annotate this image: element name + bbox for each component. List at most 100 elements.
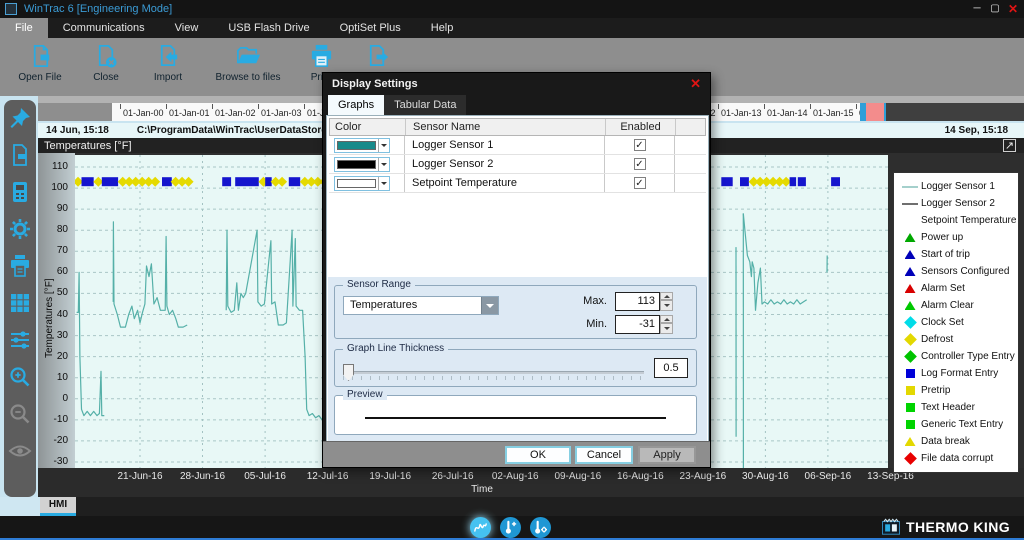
ok-button[interactable]: OK [505,446,571,464]
sensor-table: Color Sensor Name Enabled Logger Sensor … [329,118,706,193]
slider-track[interactable] [343,371,644,374]
toolbar-button-export[interactable] [355,43,399,72]
toolbar-button-import[interactable]: Import [140,43,196,83]
legend-label: Logger Sensor 1 [921,181,995,192]
x-tick-label: 26-Jul-16 [431,471,474,482]
tool-thermo-plus-button[interactable] [500,516,521,538]
event-marker-blue [721,177,733,187]
enabled-checkbox[interactable]: ✓ [633,158,646,170]
timeline-selection[interactable] [866,103,884,121]
timeline-year-label: 01-Jan-14 [767,108,808,118]
color-dropdown[interactable] [334,156,390,172]
legend-item: Generic Text Entry [894,416,1018,433]
min-value[interactable]: -31 [615,315,660,334]
toolbar-button-label: Open File [18,72,62,83]
dialog-titlebar[interactable]: Display Settings ✕ [323,73,710,95]
sidebar-zoom-in-button[interactable] [8,365,32,389]
timeline-tick [212,104,213,109]
sensor-table-header: Color Sensor Name Enabled [329,118,706,136]
sidebar-device-button[interactable] [8,180,32,204]
max-spin-up-button[interactable] [660,292,673,300]
color-dropdown[interactable] [334,137,390,153]
sensor-range-selected-value: Temperatures [350,299,418,311]
menu-item-optiset-plus[interactable]: OptiSet Plus [325,18,416,38]
enabled-checkbox[interactable]: ✓ [633,177,646,189]
sensor-name-cell: Setpoint Temperature [405,174,605,192]
sidebar-report-button[interactable] [8,143,32,167]
tool-thermo-gear-button[interactable] [530,516,551,538]
thickness-value[interactable]: 0.5 [654,358,688,378]
sensor-range-select[interactable]: Temperatures [343,296,499,315]
sidebar-grid-button[interactable] [8,291,32,315]
y-axis-title: Temperatures [°F] [44,278,55,358]
thickness-slider[interactable] [343,363,644,383]
zoom-in-icon [8,365,32,389]
sidebar-sliders-button[interactable] [8,328,32,352]
sidebar-eye-button[interactable] [8,439,32,463]
x-tick-label: 12-Jul-16 [306,471,349,482]
zoom-out-icon [8,402,32,426]
enabled-checkbox[interactable]: ✓ [633,139,646,151]
y-tick-label: -20 [53,434,68,446]
menu-item-file[interactable]: File [0,18,48,38]
timeline-handle-right[interactable] [884,103,886,121]
maximize-button[interactable]: ▢ [986,0,1004,18]
tool-sidebar [4,100,36,497]
legend-item: Logger Sensor 1 [894,178,1018,195]
legend-item: Log Format Entry [894,365,1018,382]
max-value[interactable]: 113 [615,292,660,311]
sidebar-zoom-out-button[interactable] [8,402,32,426]
max-spin-down-button[interactable] [660,300,673,311]
legend-label: Defrost [921,334,954,345]
sidebar-gear-button[interactable] [8,217,32,241]
sidebar-pin-button[interactable] [8,106,32,130]
dialog-tab-tabular-data[interactable]: Tabular Data [384,95,467,115]
table-row: Logger Sensor 2 ✓ [329,155,706,174]
expand-chart-icon[interactable]: ↗ [1003,139,1016,152]
toolbar-button-open-file[interactable]: Open File [12,43,68,83]
y-tick-label: -30 [53,456,68,467]
chevron-down-icon[interactable] [481,297,498,314]
legend-item: Defrost [894,331,1018,348]
tab-hmi[interactable]: HMI [40,497,76,516]
apply-button[interactable]: Apply [638,446,696,464]
dialog-close-button[interactable]: ✕ [690,76,701,92]
event-marker-blue [789,177,797,187]
max-spinbox[interactable]: 113 [615,292,673,311]
preview-label: Preview [343,389,387,400]
min-spin-up-button[interactable] [660,315,673,323]
toolbar-button-browse[interactable]: Browse to files [205,43,291,83]
min-spin-down-button[interactable] [660,323,673,334]
series-line [742,213,808,311]
menu-item-help[interactable]: Help [416,18,469,38]
grid-icon [8,291,32,315]
dialog-tab-graphs[interactable]: Graphs [328,95,385,115]
timeline-tick [856,104,857,109]
legend-item: Pretrip [894,382,1018,399]
toolbar-button-close-file[interactable]: Close [78,43,134,83]
window-title: WinTrac 6 [Engineering Mode] [24,3,173,15]
menu-item-communications[interactable]: Communications [48,18,160,38]
min-spinbox[interactable]: -31 [615,315,673,334]
cancel-button[interactable]: Cancel [575,446,633,464]
window-close-button[interactable]: ✕ [1004,0,1022,18]
event-marker-blue [162,177,172,187]
menu-item-usb-flash-drive[interactable]: USB Flash Drive [213,18,324,38]
legend-label: Sensors Configured [921,266,1010,277]
export-icon [364,43,391,70]
column-header-filler [676,119,705,135]
sidebar-printer-button[interactable] [8,254,32,278]
event-marker-yellow [183,176,194,187]
sensor-name-cell: Logger Sensor 2 [405,155,605,173]
color-dropdown[interactable] [334,175,390,191]
menu-item-view[interactable]: View [160,18,214,38]
timeline-handle-left[interactable] [860,103,866,121]
y-tick-label: 90 [56,203,68,215]
tool-squiggle-button[interactable] [470,516,491,538]
legend-marker-clock-set [903,316,917,329]
legend-marker-text-header [905,403,915,412]
legend-marker-pretrip [905,386,915,395]
legend-marker-controller-type-entry [903,350,917,363]
legend-label: Setpoint Temperature [921,215,1017,226]
minimize-button[interactable]: ─ [968,0,986,18]
